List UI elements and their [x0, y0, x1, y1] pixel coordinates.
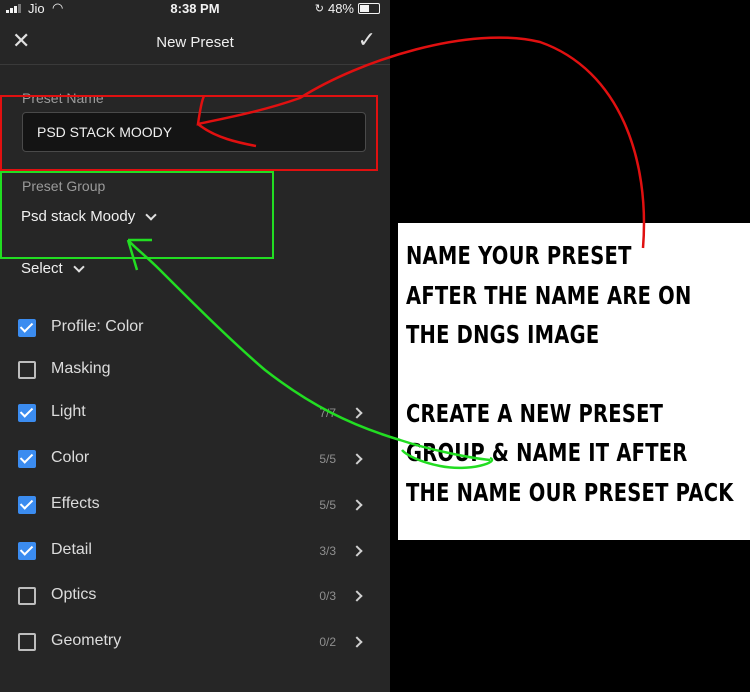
- red-arrow-line: [196, 36, 646, 249]
- annotation-arrows: [126, 36, 646, 470]
- green-arrow-line: [126, 238, 494, 470]
